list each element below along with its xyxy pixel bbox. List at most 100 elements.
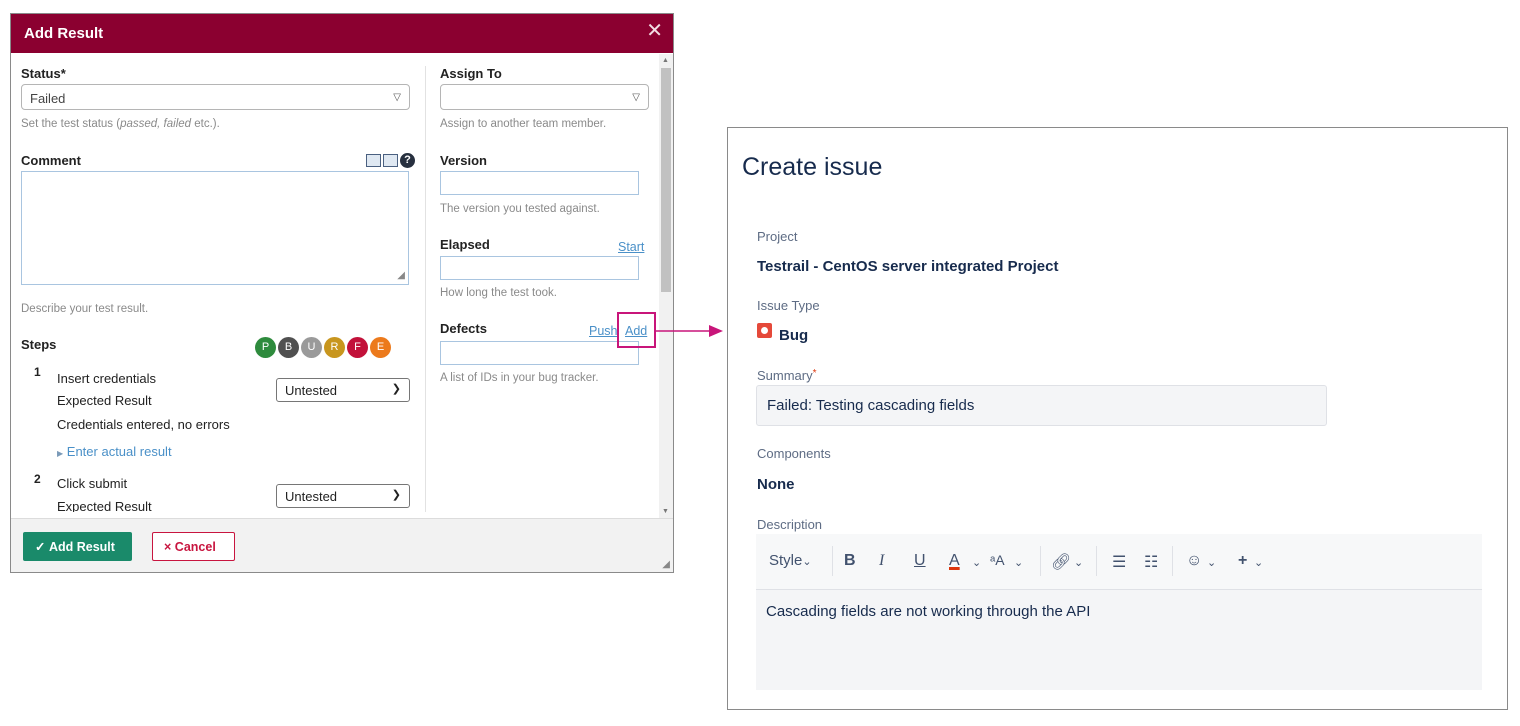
editor-toolbar: Style⌄ B I U A ⌄ ᵃA ⌄ 🔗︎ ⌄ ☰ ☷ ☺ ⌄ + ⌄	[756, 534, 1482, 590]
comment-hint: Describe your test result.	[21, 303, 149, 315]
version-hint: The version you tested against.	[440, 203, 600, 215]
page-title: Create issue	[742, 153, 883, 181]
project-label: Project	[757, 229, 798, 244]
toolbar-divider	[832, 546, 833, 576]
defects-input[interactable]	[440, 341, 639, 365]
add-link-highlight	[617, 312, 656, 348]
chevron-down-icon[interactable]: ⌄	[972, 556, 981, 569]
chevron-down-icon: ❯	[391, 489, 401, 501]
assign-to-label: Assign To	[440, 66, 502, 81]
step-status-select[interactable]: Untested ❯	[276, 378, 410, 402]
badge-retest[interactable]: R	[324, 337, 345, 358]
resize-grip-icon[interactable]: ◢	[397, 270, 405, 281]
badge-failed[interactable]: F	[347, 337, 368, 358]
expected-result-text: Credentials entered, no errors	[57, 417, 230, 432]
project-value[interactable]: Testrail - CentOS server integrated Proj…	[757, 258, 1059, 275]
version-input[interactable]	[440, 171, 639, 195]
step-status-select[interactable]: Untested ❯	[276, 484, 410, 508]
issue-type-value[interactable]: Bug	[779, 327, 808, 344]
bullet-list-icon[interactable]: ☰	[1112, 552, 1126, 572]
status-label: Status*	[21, 66, 66, 81]
underline-button[interactable]: U	[914, 552, 926, 570]
add-result-dialog: Add Result ✕ Status* Failed ▽ Set the te…	[10, 13, 674, 573]
resize-grip-icon[interactable]: ◢	[662, 559, 670, 570]
step-status-badges: P B U R F E	[255, 337, 391, 358]
badge-e[interactable]: E	[370, 337, 391, 358]
image-icon[interactable]	[383, 154, 398, 167]
bold-button[interactable]: B	[844, 552, 856, 570]
close-icon[interactable]: ✕	[646, 21, 663, 41]
scrollbar[interactable]: ▲ ▼	[659, 54, 673, 518]
status-select[interactable]: Failed ▽	[21, 84, 410, 110]
help-icon[interactable]: ?	[400, 153, 415, 168]
components-label: Components	[757, 446, 831, 461]
version-label: Version	[440, 153, 487, 168]
summary-input[interactable]: Failed: Testing cascading fields	[756, 385, 1327, 426]
toolbar-divider	[1096, 546, 1097, 576]
description-label: Description	[757, 517, 823, 532]
badge-blocked[interactable]: B	[278, 337, 299, 358]
dialog-footer: ✓ Add Result × Cancel ◢	[11, 518, 673, 572]
step-number: 1	[34, 365, 41, 379]
elapsed-hint: How long the test took.	[440, 287, 557, 299]
check-icon: ✓	[35, 540, 46, 554]
style-dropdown[interactable]: Style⌄	[769, 552, 812, 569]
comment-textarea[interactable]: ◢	[21, 171, 409, 285]
step-text: Click submit	[57, 476, 128, 491]
defects-hint: A list of IDs in your bug tracker.	[440, 372, 599, 384]
comment-tools: ?	[366, 153, 415, 168]
dialog-title: Add Result	[24, 25, 104, 42]
elapsed-label: Elapsed	[440, 237, 490, 252]
plus-icon[interactable]: +	[1238, 552, 1247, 570]
assign-to-select[interactable]: ▽	[440, 84, 649, 110]
scroll-down-icon[interactable]: ▼	[662, 508, 669, 515]
toolbar-divider	[1040, 546, 1041, 576]
components-value[interactable]: None	[757, 476, 795, 493]
chevron-down-icon: ▽	[632, 92, 640, 103]
arrow-icon	[655, 325, 723, 337]
column-divider	[425, 66, 426, 512]
status-value: Failed	[30, 91, 66, 106]
chevron-down-icon: ▽	[393, 92, 401, 103]
text-color-button[interactable]: A	[949, 552, 960, 570]
toolbar-divider	[1172, 546, 1173, 576]
chevron-down-icon[interactable]: ⌄	[1254, 556, 1263, 569]
cancel-button[interactable]: × Cancel	[152, 532, 235, 561]
chevron-down-icon[interactable]: ⌄	[1014, 556, 1023, 569]
link-icon[interactable]: 🔗︎	[1051, 552, 1071, 572]
close-icon: ×	[164, 540, 172, 554]
chevron-down-icon[interactable]: ⌄	[1074, 556, 1083, 569]
bug-icon	[757, 323, 772, 338]
step-text: Insert credentials	[57, 371, 156, 386]
step-number: 2	[34, 472, 41, 486]
summary-label: Summary*	[757, 368, 817, 383]
enter-actual-result-link[interactable]: ▶ Enter actual result	[57, 444, 172, 459]
start-link[interactable]: Start	[618, 240, 644, 254]
elapsed-input[interactable]	[440, 256, 639, 280]
create-issue-panel: Create issue Project Testrail - CentOS s…	[727, 127, 1508, 710]
steps-label: Steps	[21, 337, 57, 352]
emoji-icon[interactable]: ☺	[1186, 552, 1202, 570]
status-hint: Set the test status (passed, failed etc.…	[21, 118, 220, 130]
italic-button[interactable]: I	[879, 552, 884, 570]
issue-type-label: Issue Type	[757, 298, 820, 313]
add-result-button[interactable]: ✓ Add Result	[23, 532, 132, 561]
push-link[interactable]: Push	[589, 324, 618, 338]
caret-right-icon: ▶	[57, 449, 64, 458]
expected-result-label: Expected Result	[57, 393, 152, 408]
expected-result-label: Expected Result	[57, 499, 152, 512]
dialog-header: Add Result ✕	[11, 14, 673, 53]
numbered-list-icon[interactable]: ☷	[1144, 552, 1158, 572]
scroll-up-icon[interactable]: ▲	[662, 57, 669, 64]
chevron-down-icon[interactable]: ⌄	[1207, 556, 1216, 569]
defects-label: Defects	[440, 321, 487, 336]
scrollbar-thumb[interactable]	[661, 68, 671, 292]
table-icon[interactable]	[366, 154, 381, 167]
badge-untested[interactable]: U	[301, 337, 322, 358]
badge-passed[interactable]: P	[255, 337, 276, 358]
description-editor[interactable]: Cascading fields are not working through…	[756, 590, 1482, 690]
more-formatting-button[interactable]: ᵃA	[990, 552, 1005, 568]
chevron-down-icon: ⌄	[802, 556, 812, 568]
assign-to-hint: Assign to another team member.	[440, 118, 607, 130]
chevron-down-icon: ❯	[391, 383, 401, 395]
